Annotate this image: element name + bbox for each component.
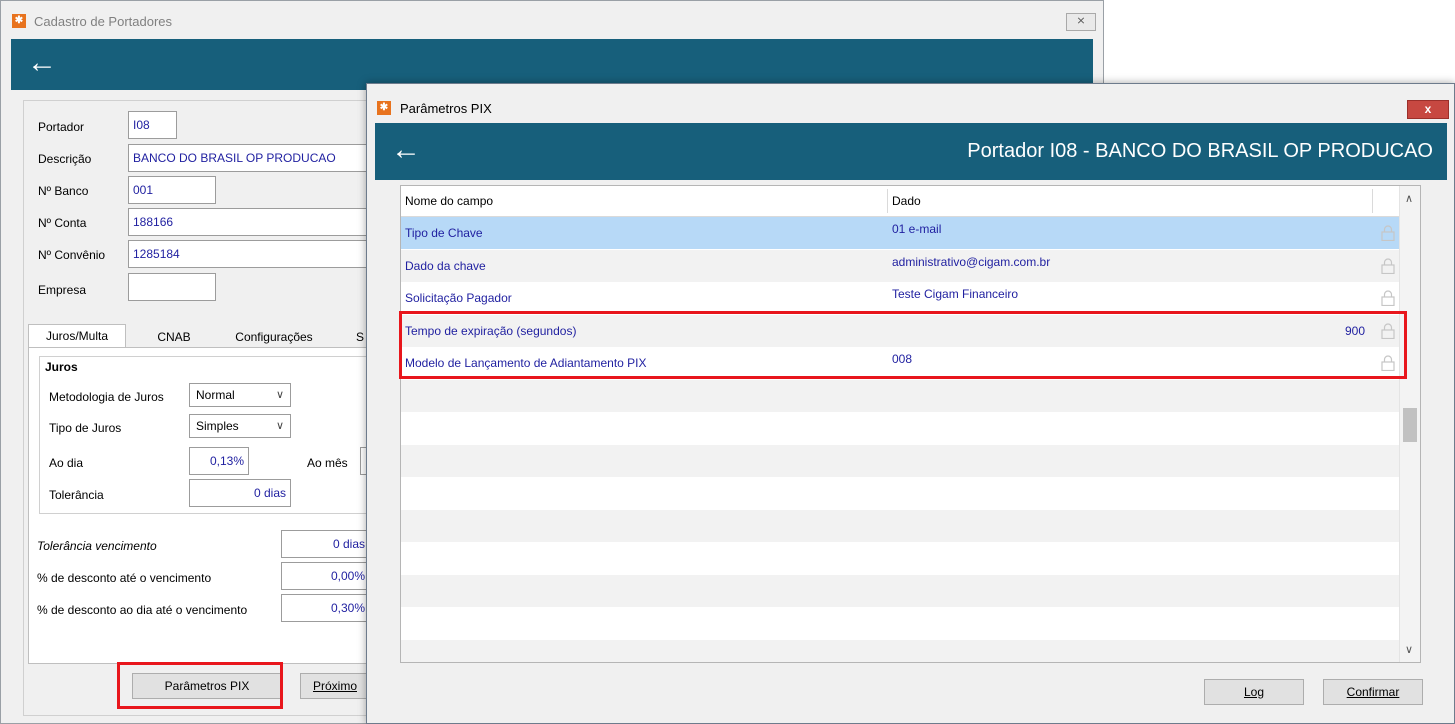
metodologia-juros-select[interactable]: Normal ∨ [189, 383, 291, 407]
scroll-up-icon[interactable]: ∧ [1405, 192, 1413, 205]
numero-convenio-input[interactable]: 1285184 [128, 240, 368, 268]
tab-juros-multa[interactable]: Juros/Multa [28, 324, 126, 348]
ao-dia-input[interactable]: 0,13% [189, 447, 249, 475]
window-title: Cadastro de Portadores [34, 14, 173, 29]
back-arrow-icon[interactable]: ← [391, 135, 421, 165]
empty-row [401, 509, 1401, 542]
tipo-juros-select[interactable]: Simples ∨ [189, 414, 291, 438]
desconto-vencimento-input[interactable]: 0,00% [281, 562, 369, 590]
column-header-dado[interactable]: Dado [892, 194, 921, 208]
app-icon: ✱ [377, 101, 391, 115]
empty-row [401, 639, 1401, 662]
portador-label: Portador [38, 120, 85, 134]
log-button[interactable]: Log [1204, 679, 1304, 705]
table-row[interactable]: Solicitação Pagador Teste Cigam Financeir… [401, 282, 1401, 314]
numero-conta-label: Nº Conta [38, 216, 87, 230]
tipo-juros-value: Simples [196, 419, 239, 433]
chevron-down-icon: ∨ [275, 389, 284, 401]
header-bar: ← Portador I08 - BANCO DO BRASIL OP PROD… [375, 123, 1447, 180]
tolerancia-input[interactable]: 0 dias [189, 479, 291, 507]
tolerancia-label: Tolerância [49, 488, 104, 502]
highlight-rows [399, 311, 1407, 379]
juros-group-title: Juros [43, 360, 80, 374]
desconto-dia-input[interactable]: 0,30% [281, 594, 369, 622]
lock-icon[interactable] [1381, 225, 1395, 242]
portador-input[interactable]: I08 [128, 111, 177, 139]
back-arrow-icon[interactable]: ← [27, 48, 57, 78]
tolerancia-vencimento-input[interactable]: 0 dias [281, 530, 369, 558]
desconto-vencimento-label: % de desconto até o vencimento [37, 571, 212, 585]
field-value-cell[interactable]: 01 e-mail [892, 222, 941, 236]
highlight-pix-button [117, 662, 283, 709]
empty-row [401, 542, 1401, 574]
empty-row [401, 607, 1401, 639]
column-divider [1372, 189, 1373, 213]
window-title: Parâmetros PIX [400, 101, 492, 116]
empty-row [401, 412, 1401, 444]
empty-row [401, 477, 1401, 509]
ao-dia-label: Ao dia [49, 456, 84, 470]
descricao-label: Descrição [38, 152, 92, 166]
scroll-thumb[interactable] [1403, 408, 1417, 442]
portador-header: Portador I08 - BANCO DO BRASIL OP PRODUC… [967, 140, 1433, 162]
title-bar: ✱ Cadastro de Portadores ⨯ [1, 1, 1103, 39]
lock-icon[interactable] [1381, 257, 1395, 274]
field-name-cell: Dado da chave [405, 258, 486, 273]
table-row[interactable]: Dado da chave administrativo@cigam.com.br [401, 249, 1401, 282]
vertical-scrollbar[interactable]: ∧ ∨ [1399, 186, 1420, 662]
metodologia-juros-label: Metodologia de Juros [49, 390, 164, 404]
column-header-nome[interactable]: Nome do campo [405, 194, 493, 208]
parametros-pix-window: ✱ Parâmetros PIX x ← Portador I08 - BANC… [366, 83, 1455, 724]
chevron-down-icon: ∨ [275, 420, 284, 432]
numero-banco-label: Nº Banco [38, 184, 89, 198]
scroll-down-icon[interactable]: ∨ [1405, 643, 1413, 656]
tolerancia-vencimento-label: Tolerância vencimento [37, 539, 157, 553]
desconto-dia-label: % de desconto ao dia até o vencimento [37, 603, 248, 617]
close-button[interactable]: ⨯ [1066, 13, 1096, 31]
empty-row [401, 574, 1401, 607]
field-name-cell: Solicitação Pagador [405, 291, 512, 305]
empty-row [401, 444, 1401, 477]
ao-mes-label: Ao mês [307, 456, 348, 470]
empresa-label: Empresa [38, 283, 87, 297]
lock-icon[interactable] [1381, 290, 1395, 307]
field-name-cell: Tipo de Chave [405, 226, 483, 240]
descricao-input[interactable]: BANCO DO BRASIL OP PRODUCAO [128, 144, 368, 172]
numero-conta-input[interactable]: 188166 [128, 208, 368, 236]
tipo-juros-label: Tipo de Juros [49, 421, 122, 435]
confirmar-button[interactable]: Confirmar [1323, 679, 1423, 705]
numero-banco-input[interactable]: 001 [128, 176, 216, 204]
column-divider [887, 189, 888, 213]
numero-convenio-label: Nº Convênio [38, 248, 106, 262]
empty-row [401, 379, 1401, 412]
field-value-cell[interactable]: administrativo@cigam.com.br [892, 255, 1050, 269]
grid-header: Nome do campo Dado [401, 186, 1401, 217]
tab-content: Juros Metodologia de Juros Normal ∨ Tipo… [28, 347, 372, 664]
table-row[interactable]: Tipo de Chave 01 e-mail [401, 217, 1401, 249]
empresa-input[interactable] [128, 273, 216, 301]
metodologia-value: Normal [196, 388, 235, 402]
close-button[interactable]: x [1407, 100, 1449, 119]
proximo-button[interactable]: Próximo [300, 673, 370, 699]
app-icon: ✱ [12, 14, 26, 28]
pix-parameters-grid: Nome do campo Dado Tipo de Chave 01 e-mai… [400, 185, 1421, 663]
field-value-cell[interactable]: Teste Cigam Financeiro [892, 287, 1018, 301]
